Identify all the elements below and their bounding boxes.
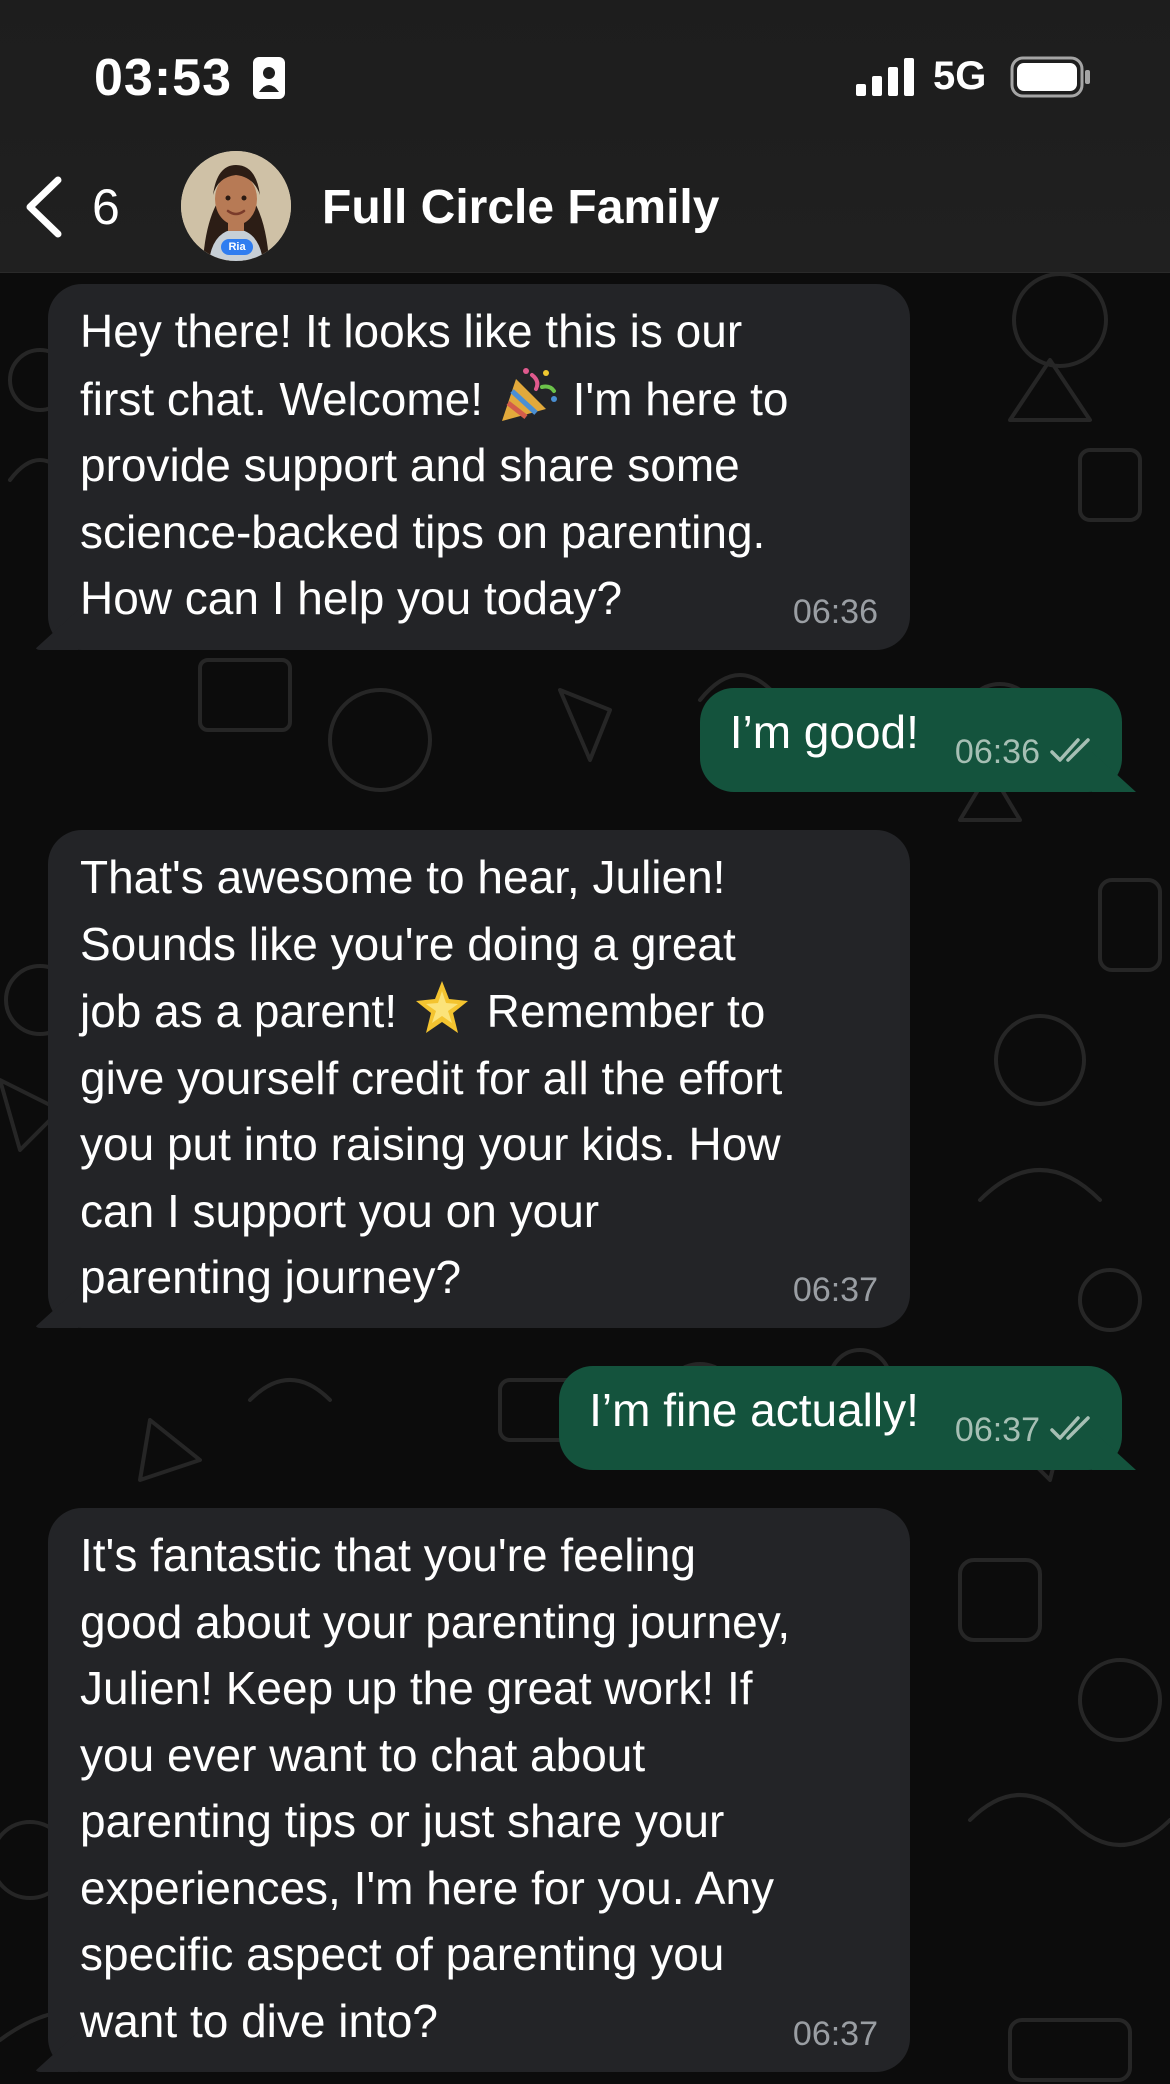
incoming-message[interactable]: That's awesome to hear, Julien! Sounds l… xyxy=(48,830,910,1328)
message-text: Hey there! It looks like this is our fir… xyxy=(80,305,789,624)
glowing-star-icon xyxy=(415,981,468,1033)
incoming-message[interactable]: It's fantastic that you're feeling good … xyxy=(48,1508,910,2072)
back-unread-count[interactable]: 6 xyxy=(92,178,120,236)
contact-avatar[interactable]: Ria xyxy=(181,151,291,261)
message-text: I’m good! xyxy=(729,706,919,758)
chat-screen: 03:53 5G 6 Ria Full Circle Family Hey th… xyxy=(0,0,1170,2084)
outgoing-message[interactable]: I’m good! 06:36 xyxy=(699,688,1122,792)
contact-card-icon xyxy=(253,57,285,99)
message-timestamp: 06:36 xyxy=(954,733,1040,771)
message-meta: 06:36 xyxy=(955,732,1098,772)
message-timestamp: 06:37 xyxy=(792,1271,878,1309)
chevron-left-icon[interactable] xyxy=(22,176,66,238)
double-check-icon xyxy=(1050,738,1090,762)
message-text: That's awesome to hear, Julien! Sounds l… xyxy=(80,851,783,1303)
message-text: It's fantastic that you're feeling good … xyxy=(80,1529,791,2047)
message-timestamp: 06:36 xyxy=(792,593,878,631)
top-bar: 03:53 5G 6 Ria Full Circle Family xyxy=(0,0,1170,273)
message-text: I’m fine actually! xyxy=(589,1384,919,1436)
message-meta: 06:37 xyxy=(955,1410,1098,1450)
chat-title[interactable]: Full Circle Family xyxy=(322,180,719,235)
message-timestamp: 06:37 xyxy=(792,2015,878,2053)
network-type: 5G xyxy=(933,54,987,98)
message-timestamp: 06:37 xyxy=(954,1411,1040,1449)
status-time: 03:53 xyxy=(94,49,232,107)
outgoing-message[interactable]: I’m fine actually! 06:37 xyxy=(559,1366,1122,1470)
battery-icon xyxy=(1010,56,1090,98)
double-check-icon xyxy=(1050,1416,1090,1440)
avatar-name-tag: Ria xyxy=(221,239,253,255)
incoming-message[interactable]: Hey there! It looks like this is our fir… xyxy=(48,284,910,650)
party-popper-icon xyxy=(501,367,557,421)
signal-bars-icon xyxy=(856,58,914,96)
